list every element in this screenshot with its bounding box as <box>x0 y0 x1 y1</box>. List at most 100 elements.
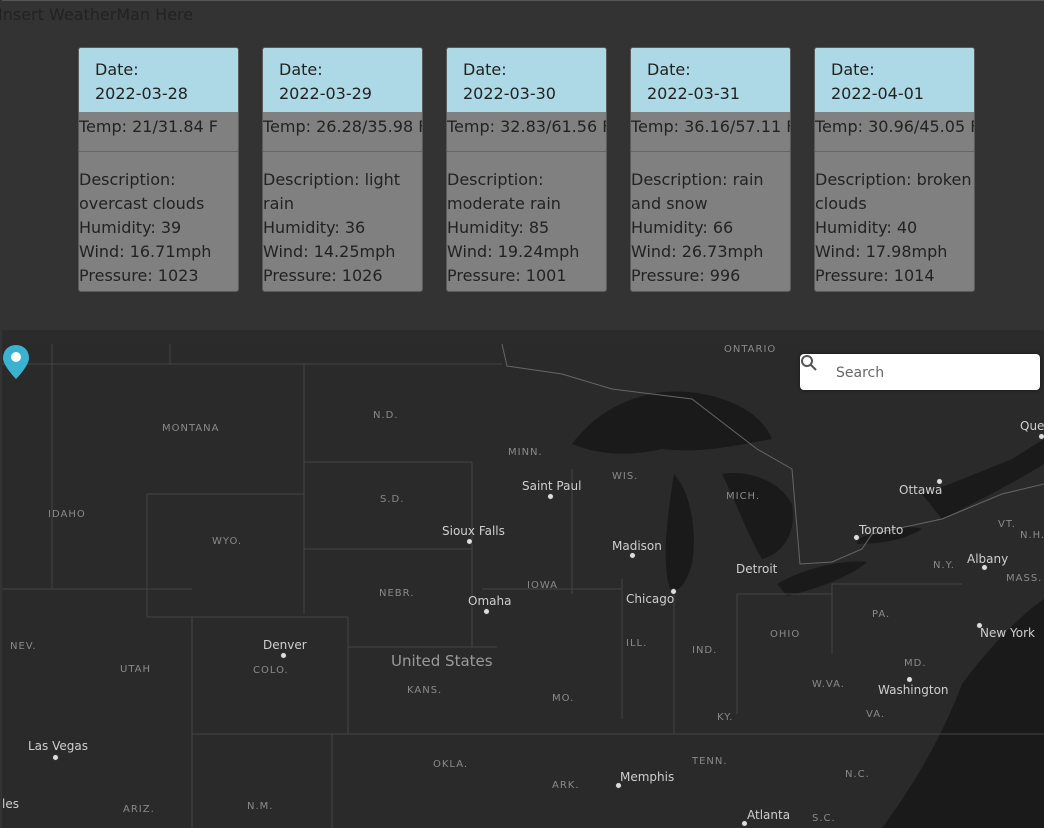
region-label: MD. <box>904 658 927 669</box>
region-label: MICH. <box>726 491 761 502</box>
humidity-text: Humidity: 39 <box>79 218 182 237</box>
city-dot <box>629 552 636 559</box>
city-label: Detroit <box>736 562 778 576</box>
city-dot <box>547 493 554 500</box>
city-dot <box>466 538 473 545</box>
pressure-text: Pressure: 1001 <box>447 266 567 285</box>
forecast-card: Date: 2022-03-29 Temp: 26.28/35.98 F Des… <box>262 47 423 292</box>
wind-text: Wind: 26.73mph <box>631 242 764 261</box>
temp-text: Temp: 21/31.84 F <box>79 112 238 152</box>
city-label: Toronto <box>859 523 904 537</box>
region-label: TENN. <box>692 756 728 767</box>
city-label: Memphis <box>620 770 675 784</box>
city-label: Omaha <box>468 594 512 608</box>
region-label: VT. <box>998 519 1016 530</box>
region-label: MONTANA <box>162 423 220 434</box>
date-label: Date: <box>831 60 875 79</box>
region-label: MASS. <box>1006 573 1043 584</box>
date-value: 2022-03-31 <box>647 84 740 103</box>
description-text: Description: rain and snow <box>631 170 764 213</box>
card-header: Date: 2022-03-28 <box>79 48 238 112</box>
forecast-card: Date: 2022-03-28 Temp: 21/31.84 F Descri… <box>78 47 239 292</box>
region-label: IND. <box>692 645 718 656</box>
region-label: MO. <box>552 693 575 704</box>
region-label: N.D. <box>373 410 399 421</box>
app-title: Insert WeatherMan Here <box>0 5 194 24</box>
pressure-text: Pressure: 1023 <box>79 266 199 285</box>
region-label: S.D. <box>380 494 405 505</box>
city-label: Sioux Falls <box>442 524 505 538</box>
city-label: New York <box>980 626 1035 640</box>
region-label: NEV. <box>10 641 37 652</box>
search-box[interactable] <box>800 354 1040 392</box>
region-label: S.C. <box>812 813 836 824</box>
card-header: Date: 2022-03-31 <box>631 48 790 112</box>
search-input[interactable] <box>834 354 1038 392</box>
card-header: Date: 2022-04-01 <box>815 48 974 112</box>
description-text: Description: overcast clouds <box>79 170 205 213</box>
city-label: Quebec <box>1020 419 1044 433</box>
humidity-text: Humidity: 40 <box>815 218 918 237</box>
location-marker-icon[interactable] <box>2 344 30 380</box>
city-label: Saint Paul <box>522 479 582 493</box>
date-value: 2022-03-29 <box>279 84 372 103</box>
country-label: United States <box>391 652 493 670</box>
region-label: IOWA <box>527 580 559 591</box>
card-header: Date: 2022-03-29 <box>263 48 422 112</box>
date-value: 2022-03-28 <box>95 84 188 103</box>
city-label: Atlanta <box>747 808 791 822</box>
region-label: NEBR. <box>379 588 415 599</box>
city-dot <box>906 676 913 683</box>
forecast-card: Date: 2022-03-30 Temp: 32.83/61.56 F Des… <box>446 47 607 292</box>
city-label: Chicago <box>626 592 675 606</box>
city-label: Madison <box>612 539 662 553</box>
region-label: ARIZ. <box>123 804 155 815</box>
temp-text: Temp: 32.83/61.56 F <box>447 112 606 152</box>
date-value: 2022-03-30 <box>463 84 556 103</box>
card-header: Date: 2022-03-30 <box>447 48 606 112</box>
map[interactable]: ONTARIO MONTANA N.D. MINN. S.D. WIS. MIC… <box>2 344 1044 828</box>
humidity-text: Humidity: 36 <box>263 218 366 237</box>
region-label: COLO. <box>253 665 289 676</box>
humidity-text: Humidity: 85 <box>447 218 550 237</box>
region-label: WIS. <box>612 471 639 482</box>
city-dot <box>280 652 287 659</box>
description-text: Description: moderate rain <box>447 170 561 213</box>
humidity-text: Humidity: 66 <box>631 218 734 237</box>
city-dot <box>52 754 59 761</box>
region-label: KY. <box>717 712 734 723</box>
date-label: Date: <box>279 60 323 79</box>
description-text: Description: light rain <box>263 170 401 213</box>
city-dot <box>1038 433 1044 440</box>
region-label: KANS. <box>407 685 443 696</box>
description-text: Description: broken clouds <box>815 170 972 213</box>
forecast-panel: Insert WeatherMan Here Date: 2022-03-28 … <box>0 0 1044 331</box>
region-label: WYO. <box>212 536 243 547</box>
region-label: ONTARIO <box>724 344 777 355</box>
pressure-text: Pressure: 1014 <box>815 266 935 285</box>
wind-text: Wind: 14.25mph <box>263 242 396 261</box>
wind-text: Wind: 17.98mph <box>815 242 948 261</box>
wind-text: Wind: 19.24mph <box>447 242 580 261</box>
city-label: Washington <box>878 683 949 697</box>
date-label: Date: <box>647 60 691 79</box>
map-base <box>2 344 1044 828</box>
pressure-text: Pressure: 1026 <box>263 266 383 285</box>
search-icon <box>801 355 817 371</box>
region-label: PA. <box>872 609 891 620</box>
city-label: Albany <box>967 552 1009 566</box>
forecast-card: Date: 2022-04-01 Temp: 30.96/45.05 F Des… <box>814 47 975 292</box>
region-label: W.VA. <box>812 679 845 690</box>
region-label: N.M. <box>247 801 274 812</box>
temp-text: Temp: 36.16/57.11 F <box>631 112 790 152</box>
region-label: OKLA. <box>433 759 469 770</box>
region-label: N.H. <box>1020 530 1044 541</box>
wind-text: Wind: 16.71mph <box>79 242 212 261</box>
date-label: Date: <box>95 60 139 79</box>
region-label: ARK. <box>552 780 580 791</box>
city-label: Las Vegas <box>28 739 88 753</box>
city-label: Denver <box>263 638 307 652</box>
date-label: Date: <box>463 60 507 79</box>
city-label: les <box>2 797 19 811</box>
region-label: OHIO <box>770 629 801 640</box>
